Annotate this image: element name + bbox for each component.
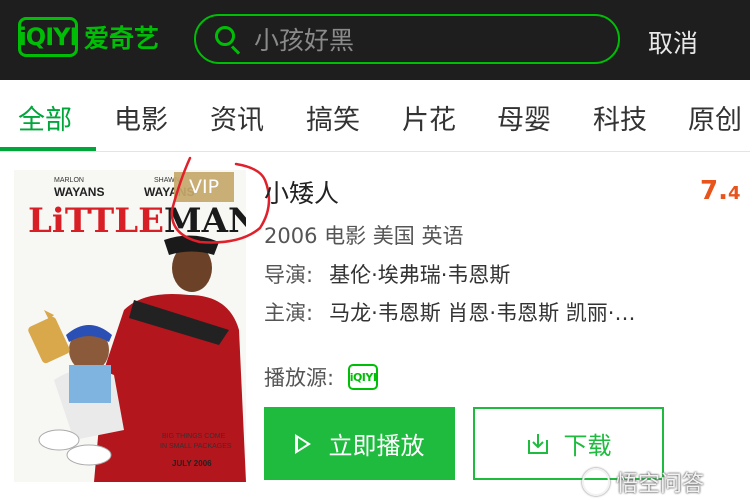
tab-parenting[interactable]: 母婴 bbox=[497, 98, 551, 137]
play-icon bbox=[294, 433, 311, 454]
cast-label: 主演: bbox=[264, 301, 314, 325]
play-now-button[interactable]: 立即播放 bbox=[264, 407, 455, 480]
download-label: 下载 bbox=[563, 432, 612, 460]
cancel-button[interactable]: 取消 bbox=[648, 24, 698, 60]
movie-title[interactable]: 小矮人 bbox=[264, 174, 339, 210]
svg-text:JULY 2006: JULY 2006 bbox=[172, 459, 212, 468]
svg-text:LiTTLE: LiTTLE bbox=[28, 201, 164, 241]
director-value: 基伦·埃弗瑞·韦恩斯 bbox=[329, 263, 511, 287]
watermark: 悟空问答 bbox=[582, 466, 704, 498]
tab-original[interactable]: 原创 bbox=[688, 98, 742, 137]
red-annotation-scribble bbox=[170, 156, 271, 244]
rating-score: 7.4 bbox=[700, 176, 741, 206]
cast-row: 主演: 马龙·韦恩斯 肖恩·韦恩斯 凯丽·… bbox=[264, 297, 635, 327]
poster-name-left: MARLON bbox=[54, 177, 84, 184]
logo-mark: iQIYI bbox=[18, 17, 78, 57]
download-icon bbox=[527, 433, 548, 454]
movie-meta: 2006 电影 美国 英语 bbox=[264, 224, 464, 248]
score-integer: 7. bbox=[700, 176, 728, 206]
iqiyi-logo[interactable]: iQIYI 爱奇艺 bbox=[18, 17, 159, 57]
top-bar: iQIYI 爱奇艺 取消 bbox=[0, 0, 750, 80]
score-decimal: 4 bbox=[727, 183, 741, 204]
logo-text: 爱奇艺 bbox=[84, 24, 160, 53]
svg-text:BIG THINGS COME: BIG THINGS COME bbox=[162, 433, 226, 440]
wukong-icon bbox=[582, 468, 610, 496]
search-icon bbox=[206, 17, 250, 61]
svg-text:WAYANS: WAYANS bbox=[54, 185, 104, 199]
play-label: 立即播放 bbox=[328, 432, 425, 460]
search-input[interactable] bbox=[250, 24, 618, 54]
cast-value: 马龙·韦恩斯 肖恩·韦恩斯 凯丽·… bbox=[329, 301, 636, 325]
active-tab-indicator bbox=[0, 147, 96, 151]
tab-news[interactable]: 资讯 bbox=[210, 98, 264, 137]
director-row: 导演: 基伦·埃弗瑞·韦恩斯 bbox=[264, 259, 510, 289]
iqiyi-source-icon[interactable]: iQIYI bbox=[348, 364, 379, 390]
tab-funny[interactable]: 搞笑 bbox=[306, 98, 360, 137]
tab-all[interactable]: 全部 bbox=[18, 98, 72, 137]
play-source-row: 播放源: iQIYI bbox=[264, 362, 379, 392]
source-label: 播放源: bbox=[264, 366, 335, 390]
tab-clips[interactable]: 片花 bbox=[402, 98, 456, 137]
tab-tech[interactable]: 科技 bbox=[593, 98, 647, 137]
director-label: 导演: bbox=[264, 263, 314, 287]
search-bar[interactable] bbox=[194, 14, 620, 64]
svg-text:IN SMALL PACKAGES: IN SMALL PACKAGES bbox=[160, 443, 232, 450]
tab-movies[interactable]: 电影 bbox=[114, 98, 168, 137]
category-tabs: 全部 电影 资讯 搞笑 片花 母婴 科技 原创 bbox=[0, 80, 750, 152]
watermark-text: 悟空问答 bbox=[616, 472, 705, 497]
